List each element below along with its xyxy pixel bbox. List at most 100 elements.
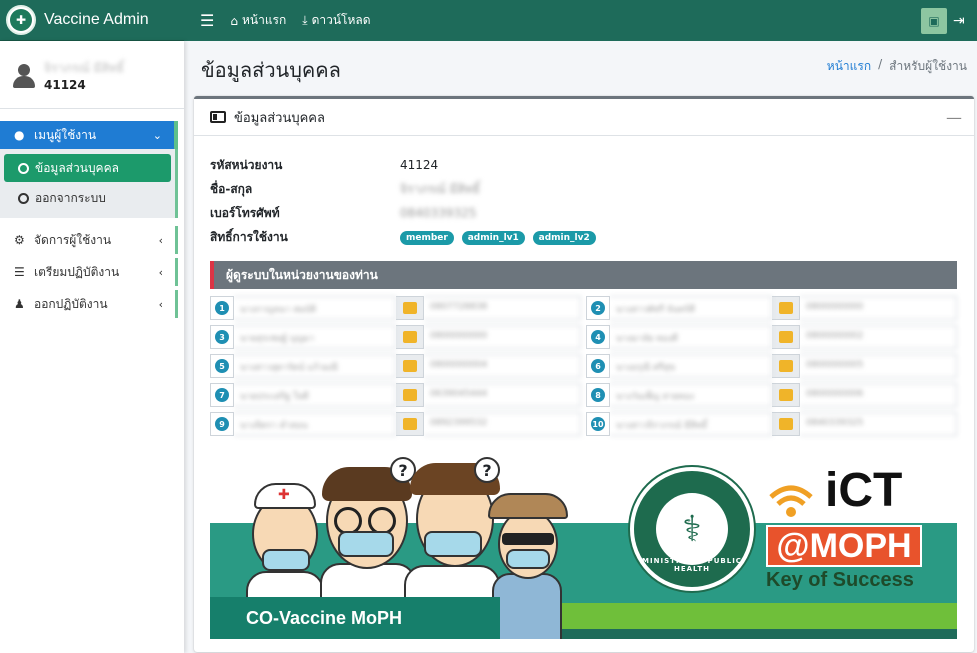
sidebar-item-user-menu[interactable]: ● เมนูผู้ใช้งาน ⌄	[0, 121, 178, 149]
phone-icon	[772, 383, 800, 407]
logout-icon[interactable]: ⇥	[953, 13, 977, 29]
manager-name: นางสาวพัชรี จันทร์ดี	[610, 296, 772, 320]
manager-phone: 0800000004	[424, 354, 581, 378]
id-badge-icon[interactable]: ▣	[921, 7, 947, 34]
manager-entry: 1 นางกาญจนา สมบัติ 0807728838	[210, 296, 581, 320]
manager-list: 1 นางกาญจนา สมบัติ 0807728838 2 นางสาวพัชรี …	[210, 296, 957, 441]
seal-text: MINISTRY OF PUBLIC HEALTH	[642, 557, 742, 573]
card-title: ข้อมูลส่วนบุคคล	[234, 110, 325, 126]
download-icon: ⤓	[302, 13, 308, 27]
field-label: สิทธิ์การใช้งาน	[210, 229, 288, 244]
sidebar-item-logout[interactable]: ออกจากระบบ	[4, 184, 171, 212]
breadcrumb-home-link[interactable]: หน้าแรก	[827, 57, 871, 76]
role-badge: admin_lv2	[532, 231, 596, 245]
brand[interactable]: ✚ Vaccine Admin	[0, 0, 184, 41]
info-row: สิทธิ์การใช้งาน member admin_lv1 admin_l…	[210, 225, 600, 249]
topbar: ☰ ⌂ หน้าแรก ⤓ ดาวน์โหลด ▣ ⇥	[184, 0, 977, 41]
moph-logo-icon: ✚	[6, 5, 36, 35]
manager-phone: 0639045444	[424, 383, 581, 407]
manager-entry: 10 นางสาวจิราภรณ์ มีสิทธิ์ 0840339325	[586, 412, 957, 436]
sidebar-item-manage-users[interactable]: ⚙ จัดการผู้ใช้งาน ‹	[0, 226, 178, 254]
manager-phone: 0807728838	[424, 296, 581, 320]
chevron-down-icon: ⌄	[152, 128, 162, 142]
field-value: 41124	[400, 158, 439, 172]
home-link-label: หน้าแรก	[241, 13, 287, 27]
home-link[interactable]: ⌂ หน้าแรก	[222, 0, 294, 41]
download-link[interactable]: ⤓ ดาวน์โหลด	[294, 0, 378, 41]
chevron-left-icon: ‹	[158, 265, 163, 279]
phone-icon	[396, 412, 424, 436]
home-icon: ⌂	[230, 13, 238, 28]
brand-title: Vaccine Admin	[44, 11, 149, 28]
role-badge: admin_lv1	[461, 231, 525, 245]
manager-name: นายสุรเชษฐ์ บุญมา	[234, 325, 396, 349]
info-row: เบอร์โทรศัพท์ 0840339325	[210, 201, 600, 225]
table-row: 9 นางจิตรา คำสอน 0892399532 10 นางสาวจิราภรณ…	[210, 412, 957, 436]
info-row: ชื่อ-สกุล จิราภรณ์ มีสิทธิ์	[210, 177, 600, 201]
manager-name: นางมาลัย ทองดี	[610, 325, 772, 349]
number-badge: 2	[586, 296, 610, 320]
manager-entry: 8 นางวันเพ็ญ สายทอง 0800000006	[586, 383, 957, 407]
manager-phone: 0800000002	[800, 325, 957, 349]
role-badge: member	[400, 231, 454, 245]
sidebar-item-prepare-work[interactable]: ☰ เตรียมปฏิบัติงาน ‹	[0, 258, 178, 286]
phone-icon	[396, 383, 424, 407]
slogan: Key of Success	[766, 569, 914, 591]
collapse-icon[interactable]: —	[946, 108, 962, 127]
number-badge: 10	[586, 412, 610, 436]
phone-icon	[772, 325, 800, 349]
hamburger-menu-icon[interactable]: ☰	[184, 0, 222, 41]
circle-icon	[18, 162, 29, 174]
page-title: ข้อมูลส่วนบุคคล	[201, 58, 341, 82]
manager-name: นางจิตรา คำสอน	[234, 412, 396, 436]
sidebar-item-personal-info[interactable]: ข้อมูลส่วนบุคคล	[4, 154, 171, 182]
id-card-icon	[210, 111, 226, 123]
moph-logo-text: @MOPH	[766, 525, 922, 567]
phone-icon	[396, 325, 424, 349]
phone-icon	[772, 412, 800, 436]
breadcrumb-current: สำหรับผู้ใช้งาน	[889, 59, 967, 73]
phone-icon	[396, 354, 424, 378]
manager-name: นางกาญจนา สมบัติ	[234, 296, 396, 320]
manager-name: นายประเสริฐ ใจดี	[234, 383, 396, 407]
manager-entry: 9 นางจิตรา คำสอน 0892399532	[210, 412, 581, 436]
sidebar-item-field-work[interactable]: ♟ ออกปฏิบัติงาน ‹	[0, 290, 178, 318]
sidebar-item-label: ออกปฏิบัติงาน	[34, 296, 108, 311]
manager-phone: 0800000005	[800, 354, 957, 378]
moph-seal-icon: ⚕ MINISTRY OF PUBLIC HEALTH	[630, 467, 754, 591]
manager-phone: 0892399532	[424, 412, 581, 436]
number-badge: 8	[586, 383, 610, 407]
user-panel[interactable]: จิราภรณ์ มีสิทธิ์ 41124	[0, 41, 184, 109]
chevron-left-icon: ‹	[158, 233, 163, 247]
download-link-label: ดาวน์โหลด	[311, 13, 371, 27]
user-code: 41124	[44, 78, 86, 92]
manager-entry: 2 นางสาวพัชรี จันทร์ดี 0800000000	[586, 296, 957, 320]
field-value: 0840339325	[400, 206, 477, 220]
sidebar-subnav: ข้อมูลส่วนบุคคล ออกจากระบบ	[0, 149, 178, 218]
table-row: 7 นายประเสริฐ ใจดี 0639045444 8 นางวันเพ็ญ ส…	[210, 383, 957, 407]
ict-logo-text: iCT	[825, 464, 903, 517]
avatar-icon	[12, 63, 36, 88]
wifi-icon	[769, 485, 813, 517]
table-row: 3 นายสุรเชษฐ์ บุญมา 0800000000 4 นางมาลัย ทอ…	[210, 325, 957, 349]
manager-entry: 5 นางสาวสุดารัตน์ แก้วมณี 0800000004	[210, 354, 581, 378]
field-value: จิราภรณ์ มีสิทธิ์	[400, 181, 480, 196]
sidebar-nav: ● เมนูผู้ใช้งาน ⌄ ข้อมูลส่วนบุคคล ออกจาก…	[0, 109, 184, 318]
circle-icon	[18, 192, 29, 204]
sidebar-item-label: ออกจากระบบ	[35, 190, 106, 205]
user-doctor-icon: ♟	[14, 297, 25, 311]
manager-phone: 0800000000	[800, 296, 957, 320]
number-badge: 9	[210, 412, 234, 436]
field-label: ชื่อ-สกุล	[210, 181, 253, 196]
chevron-left-icon: ‹	[158, 297, 163, 311]
number-badge: 1	[210, 296, 234, 320]
number-badge: 4	[586, 325, 610, 349]
banner-label: CO-Vaccine MoPH	[210, 597, 500, 639]
manager-entry: 4 นางมาลัย ทองดี 0800000002	[586, 325, 957, 349]
role-badges: member admin_lv1 admin_lv2	[400, 229, 600, 245]
question-mark-icon: ?	[474, 457, 500, 483]
sidebar-item-label: จัดการผู้ใช้งาน	[34, 232, 112, 247]
manager-phone: 0800000000	[424, 325, 581, 349]
field-label: เบอร์โทรศัพท์	[210, 205, 280, 220]
phone-icon	[772, 354, 800, 378]
